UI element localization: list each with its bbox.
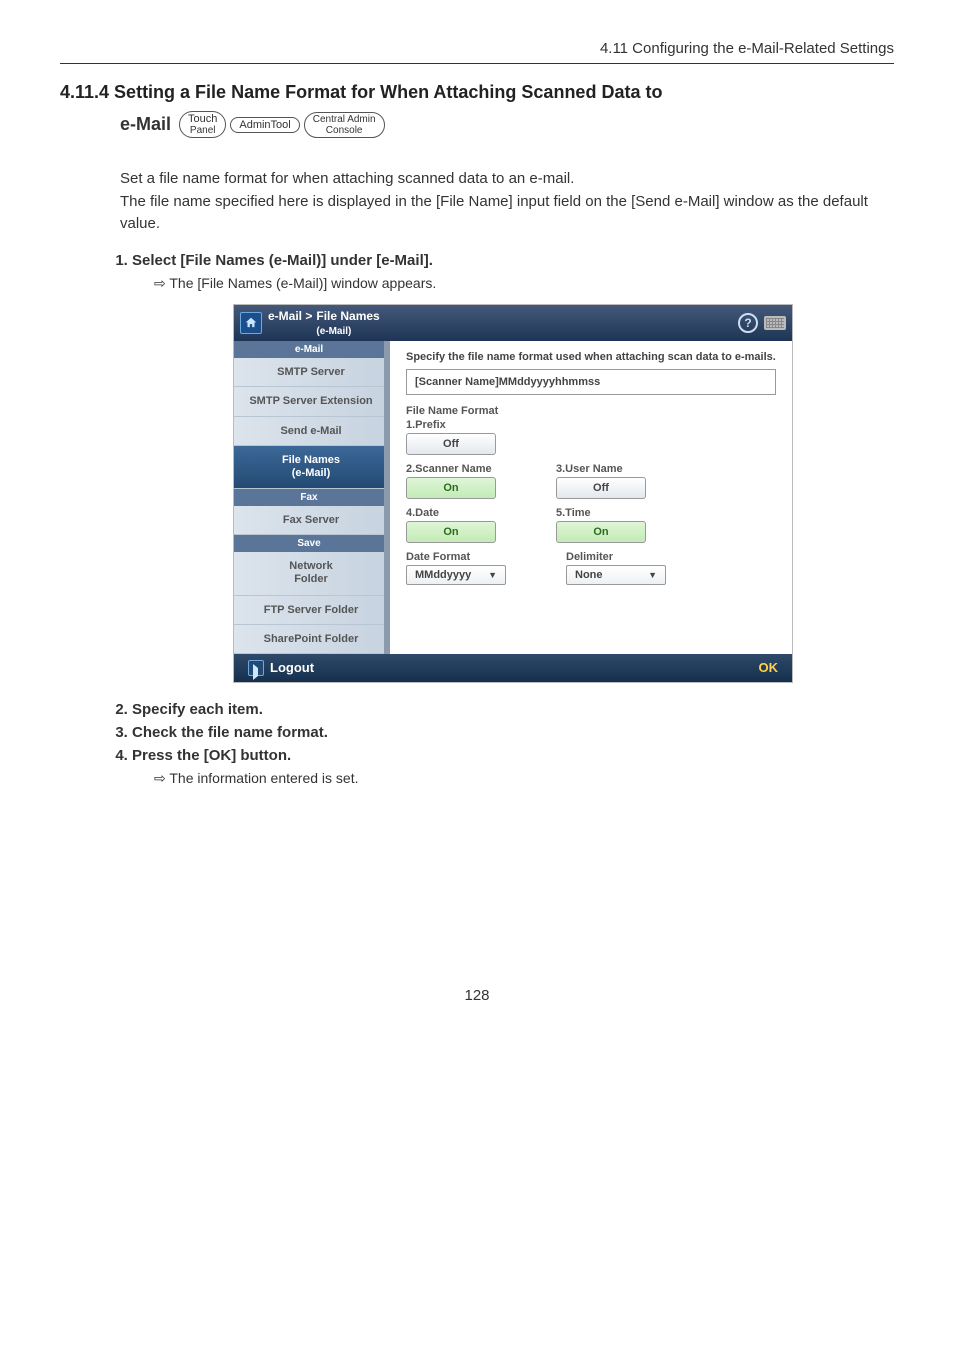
time-label: 5.Time: [556, 507, 646, 519]
breadcrumb-root[interactable]: e-Mail >: [268, 309, 312, 323]
sidebar-item-smtp-ext[interactable]: SMTP Server Extension: [234, 387, 384, 417]
sidebar-item-fax-server[interactable]: Fax Server: [234, 506, 384, 535]
date-format-dropdown[interactable]: MMddyyyy▼: [406, 565, 506, 585]
home-icon[interactable]: [240, 312, 262, 334]
step-1-result: ⇨ The [File Names (e-Mail)] window appea…: [154, 275, 894, 292]
sidebar: e-Mail SMTP Server SMTP Server Extension…: [234, 341, 384, 654]
sidebar-cat-save: Save: [234, 535, 384, 552]
spec-text: Specify the file name format used when a…: [406, 351, 776, 363]
sidebar-item-smtp[interactable]: SMTP Server: [234, 358, 384, 387]
intro-text: Set a file name format for when attachin…: [120, 168, 894, 236]
scanner-name-toggle[interactable]: On: [406, 477, 496, 499]
step-3: Check the file name format.: [132, 724, 894, 741]
sidebar-item-sharepoint-folder[interactable]: SharePoint Folder: [234, 625, 384, 654]
page-number: 128: [60, 987, 894, 1004]
delimiter-dropdown[interactable]: None▼: [566, 565, 666, 585]
sidebar-cat-fax: Fax: [234, 489, 384, 506]
date-toggle[interactable]: On: [406, 521, 496, 543]
scanner-name-label: 2.Scanner Name: [406, 463, 496, 475]
date-label: 4.Date: [406, 507, 496, 519]
chevron-down-icon: ▼: [488, 570, 497, 580]
time-toggle[interactable]: On: [556, 521, 646, 543]
window-titlebar: e-Mail > File Names (e-Mail) ?: [234, 305, 792, 341]
user-name-label: 3.User Name: [556, 463, 646, 475]
logout-button[interactable]: Logout: [248, 660, 314, 676]
breadcrumb-current-line2: (e-Mail): [316, 326, 351, 337]
prefix-toggle[interactable]: Off: [406, 433, 496, 455]
step-2: Specify each item.: [132, 701, 894, 718]
delimiter-label: Delimiter: [566, 551, 666, 563]
user-name-toggle[interactable]: Off: [556, 477, 646, 499]
sidebar-item-ftp-folder[interactable]: FTP Server Folder: [234, 596, 384, 625]
header-rule: [60, 63, 894, 64]
steps-list: Select [File Names (e-Mail)] under [e-Ma…: [110, 252, 894, 787]
breadcrumb: e-Mail > File Names (e-Mail): [268, 309, 380, 337]
sidebar-item-network-folder[interactable]: NetworkFolder: [234, 552, 384, 595]
step-4: Press the [OK] button. ⇨ The information…: [132, 747, 894, 787]
sidebar-item-file-names-email[interactable]: File Names(e-Mail): [234, 446, 384, 489]
screenshot-window: e-Mail > File Names (e-Mail) ? e-Mail SM…: [233, 304, 793, 683]
badge-central-admin: Central AdminConsole: [304, 112, 385, 138]
badges-row: e-Mail TouchPanel AdminTool Central Admi…: [120, 111, 894, 138]
logout-icon: [248, 660, 264, 676]
step-1: Select [File Names (e-Mail)] under [e-Ma…: [132, 252, 894, 683]
badge-touch-panel: TouchPanel: [179, 111, 226, 138]
date-format-label: Date Format: [406, 551, 506, 563]
badge-admin-tool: AdminTool: [230, 117, 299, 133]
keyboard-icon[interactable]: [764, 316, 786, 330]
step-4-result: ⇨ The information entered is set.: [154, 770, 894, 787]
chevron-down-icon: ▼: [648, 570, 657, 580]
help-icon[interactable]: ?: [738, 313, 758, 333]
page-header: 4.11 Configuring the e-Mail-Related Sett…: [60, 0, 894, 63]
window-footer: Logout OK: [234, 654, 792, 682]
breadcrumb-current-line1: File Names: [316, 309, 379, 323]
prefix-label: 1.Prefix: [406, 419, 776, 431]
ok-button[interactable]: OK: [759, 660, 779, 675]
email-label: e-Mail: [120, 114, 171, 135]
sidebar-cat-email: e-Mail: [234, 341, 384, 358]
section-heading: 4.11.4 Setting a File Name Format for Wh…: [60, 82, 894, 103]
sidebar-item-send-email[interactable]: Send e-Mail: [234, 417, 384, 446]
file-name-format-label: File Name Format: [406, 405, 776, 417]
filename-preview: [Scanner Name]MMddyyyyhhmmss: [406, 369, 776, 395]
main-panel: Specify the file name format used when a…: [390, 341, 792, 654]
